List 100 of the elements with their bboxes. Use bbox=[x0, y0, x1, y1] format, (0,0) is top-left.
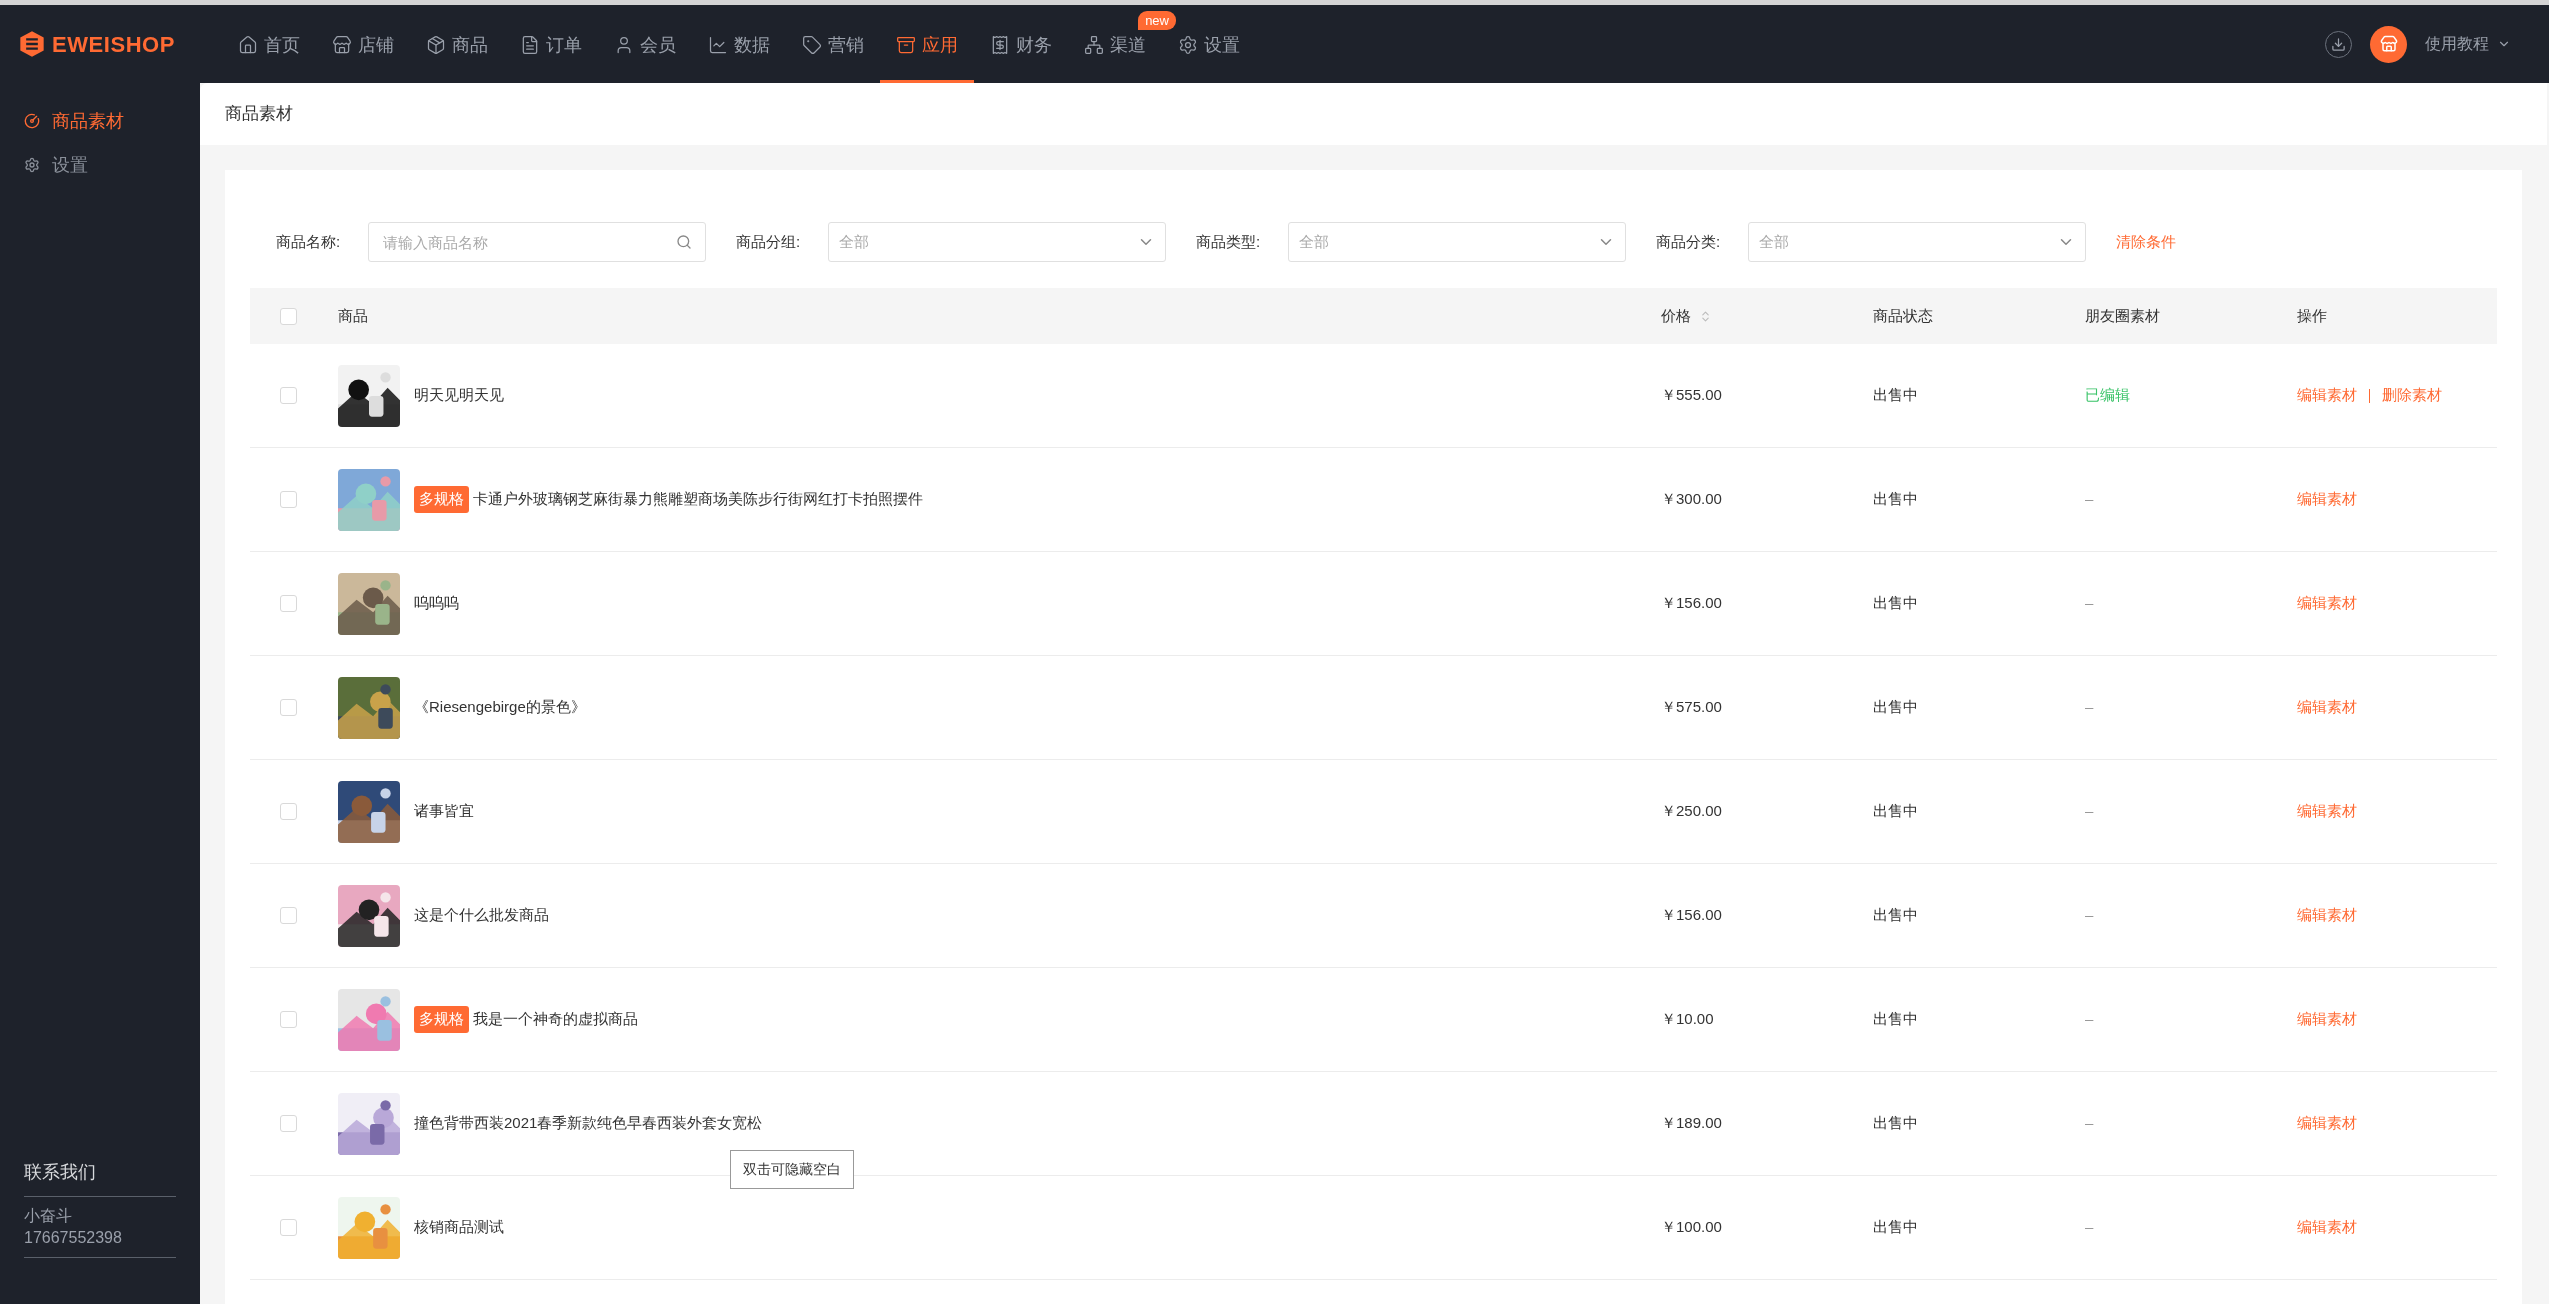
search-field[interactable]: 请输入商品名称 bbox=[368, 222, 706, 262]
tutorial-menu[interactable]: 使用教程 bbox=[2425, 32, 2511, 56]
status-text: 出售中 bbox=[1873, 594, 1918, 612]
action-link[interactable]: 编辑素材 bbox=[2297, 592, 2357, 615]
action-link[interactable]: 编辑素材 bbox=[2297, 488, 2357, 511]
nav-tab[interactable]: 订单 bbox=[504, 31, 598, 83]
multi-spec-tag: 多规格 bbox=[414, 486, 469, 513]
action-link[interactable]: 编辑素材 bbox=[2297, 1216, 2357, 1239]
product-name: 我是一个神奇的虚拟商品 bbox=[473, 1009, 638, 1030]
price-text: ￥555.00 bbox=[1661, 386, 1722, 404]
status-text: 出售中 bbox=[1873, 802, 1918, 820]
action-link[interactable]: 编辑素材 bbox=[2297, 904, 2357, 927]
action-link[interactable]: 编辑素材 bbox=[2297, 800, 2357, 823]
clear-filters-link[interactable]: 清除条件 bbox=[2116, 230, 2176, 254]
settings-icon bbox=[24, 157, 40, 173]
new-badge: new bbox=[1138, 11, 1176, 30]
moments-status: – bbox=[2085, 906, 2094, 924]
checkbox[interactable] bbox=[280, 491, 297, 508]
moments-status: 已编辑 bbox=[2085, 386, 2130, 404]
store-icon bbox=[332, 35, 352, 55]
search-icon bbox=[676, 234, 692, 250]
price-text: ￥10.00 bbox=[1661, 1010, 1714, 1028]
checkbox[interactable] bbox=[280, 1115, 297, 1132]
action-link[interactable]: 编辑素材 bbox=[2297, 384, 2357, 407]
product-name: 卡通户外玻璃钢芝麻街暴力熊雕塑商场美陈步行街网红打卡拍照摆件 bbox=[473, 489, 923, 510]
action-link[interactable]: 删除素材 bbox=[2382, 384, 2442, 407]
status-text: 出售中 bbox=[1873, 1010, 1918, 1028]
store-icon bbox=[2379, 35, 2398, 53]
checkbox[interactable] bbox=[280, 1219, 297, 1236]
action-link[interactable]: 编辑素材 bbox=[2297, 1008, 2357, 1031]
nav-tab[interactable]: 营销 bbox=[786, 31, 880, 83]
moments-status: – bbox=[2085, 594, 2094, 612]
price-text: ￥100.00 bbox=[1661, 1218, 1722, 1236]
status-text: 出售中 bbox=[1873, 490, 1918, 508]
price-text: ￥300.00 bbox=[1661, 490, 1722, 508]
price-text: ￥250.00 bbox=[1661, 802, 1722, 820]
gauge-icon bbox=[24, 113, 40, 129]
price-text: ￥189.00 bbox=[1661, 1114, 1722, 1132]
nav-tab[interactable]: 渠道 bbox=[1068, 31, 1162, 83]
column-header: 价格 bbox=[1661, 305, 1691, 326]
shop-avatar[interactable] bbox=[2370, 25, 2407, 63]
nav-tab[interactable]: 财务 bbox=[974, 31, 1068, 83]
action-link[interactable]: 编辑素材 bbox=[2297, 696, 2357, 719]
product-name: 明天见明天见 bbox=[414, 385, 504, 406]
logo-icon bbox=[18, 30, 46, 58]
column-header: 操作 bbox=[2297, 305, 2327, 326]
product-name: 《Riesengebirge的景色》 bbox=[414, 697, 586, 718]
product-name: 核销商品测试 bbox=[414, 1217, 504, 1238]
moments-status: – bbox=[2085, 1114, 2094, 1132]
filter-label: 商品分组: bbox=[736, 231, 802, 252]
network-icon bbox=[1084, 35, 1104, 55]
product-name: 诸事皆宜 bbox=[414, 801, 474, 822]
nav-tab[interactable]: 数据 bbox=[692, 31, 786, 83]
checkbox[interactable] bbox=[280, 803, 297, 820]
checkbox[interactable] bbox=[280, 595, 297, 612]
status-text: 出售中 bbox=[1873, 1218, 1918, 1236]
price-text: ￥156.00 bbox=[1661, 594, 1722, 612]
multi-spec-tag: 多规格 bbox=[414, 1006, 469, 1033]
moments-status: – bbox=[2085, 1010, 2094, 1028]
page-title: 商品素材 bbox=[225, 103, 293, 126]
checkbox[interactable] bbox=[280, 1011, 297, 1028]
sidebar-item[interactable]: 设置 bbox=[0, 143, 200, 187]
contact-phone: 17667552398 bbox=[24, 1228, 123, 1248]
filter-label: 商品类型: bbox=[1196, 231, 1262, 252]
download-icon bbox=[2331, 36, 2346, 52]
settings-icon bbox=[1178, 35, 1198, 55]
nav-tab[interactable]: 会员 bbox=[598, 31, 692, 83]
sidebar-item[interactable]: 商品素材 bbox=[0, 99, 200, 143]
nav-tab[interactable]: 商品 bbox=[410, 31, 504, 83]
product-name: 这是个什么批发商品 bbox=[414, 905, 549, 926]
chart-icon bbox=[708, 35, 728, 55]
sort-icon[interactable] bbox=[1699, 309, 1712, 323]
contact-title: 联系我们 bbox=[24, 1159, 176, 1197]
nav-tab[interactable]: 店铺 bbox=[316, 31, 410, 83]
checkbox[interactable] bbox=[280, 387, 297, 404]
package-icon bbox=[896, 35, 916, 55]
moments-status: – bbox=[2085, 698, 2094, 716]
column-header: 朋友圈素材 bbox=[2085, 305, 2160, 326]
checkbox[interactable] bbox=[280, 699, 297, 716]
column-header: 商品 bbox=[338, 305, 368, 326]
moments-status: – bbox=[2085, 490, 2094, 508]
tooltip: 双击可隐藏空白 bbox=[730, 1150, 854, 1189]
filter-label: 商品分类: bbox=[1656, 231, 1722, 252]
status-text: 出售中 bbox=[1873, 906, 1918, 924]
action-link[interactable]: 编辑素材 bbox=[2297, 1112, 2357, 1135]
nav-tab[interactable]: 首页 bbox=[222, 31, 316, 83]
contact-name: 小奋斗 bbox=[24, 1206, 73, 1226]
status-text: 出售中 bbox=[1873, 1114, 1918, 1132]
document-icon bbox=[520, 35, 540, 55]
column-header: 商品状态 bbox=[1873, 305, 1933, 326]
price-text: ￥156.00 bbox=[1661, 906, 1722, 924]
box-icon bbox=[426, 35, 446, 55]
status-text: 出售中 bbox=[1873, 698, 1918, 716]
checkbox[interactable] bbox=[280, 907, 297, 924]
checkbox[interactable] bbox=[280, 307, 297, 325]
moments-status: – bbox=[2085, 802, 2094, 820]
price-text: ￥575.00 bbox=[1661, 698, 1722, 716]
nav-tab[interactable]: 设置 bbox=[1162, 31, 1256, 83]
filter-label: 商品名称: bbox=[276, 231, 342, 252]
product-name: 撞色背带西装2021春季新款纯色早春西装外套女宽松 bbox=[414, 1113, 763, 1134]
